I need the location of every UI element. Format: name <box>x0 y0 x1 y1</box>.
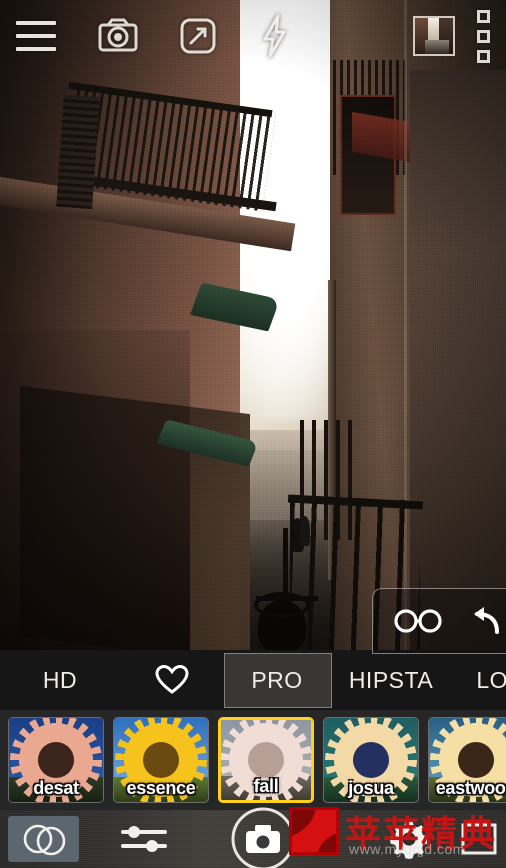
top-toolbar <box>0 0 506 72</box>
filter-category-tabs: HD PRO HIPSTA LOM <box>0 650 506 710</box>
hamburger-bar-1 <box>16 21 56 25</box>
filter-thumb-essence[interactable]: essence <box>113 717 209 803</box>
overlapping-circles-blend-icon[interactable] <box>8 816 80 862</box>
menu-square-1 <box>477 9 490 23</box>
filter-label: essence <box>126 778 196 798</box>
tab-hd[interactable]: HD <box>0 650 120 710</box>
thumb-core <box>248 742 284 778</box>
compare-glasses-icon[interactable] <box>391 601 445 641</box>
heart-icon <box>155 665 189 695</box>
filter-thumbnail-strip[interactable]: desat essence fall josua eastwoo <box>0 710 506 810</box>
tab-lomo[interactable]: LOM <box>452 650 506 710</box>
camera-shutter-icon[interactable] <box>223 807 304 868</box>
hamburger-bar-3 <box>16 47 56 51</box>
filter-label: desat <box>33 778 79 798</box>
filter-label: fall <box>253 776 279 796</box>
undo-arrow-icon[interactable] <box>467 601 506 641</box>
sliders-adjust-icon[interactable] <box>109 816 180 862</box>
three-squares-menu-icon[interactable] <box>477 9 490 63</box>
tab-pro-label: PRO <box>251 666 303 693</box>
filter-thumb-eastwood[interactable]: eastwood <box>428 717 506 803</box>
bottom-toolbar <box>0 807 506 868</box>
thumb-core <box>458 742 494 778</box>
gear-settings-icon[interactable] <box>382 816 436 862</box>
filter-thumb-fall[interactable]: fall <box>218 717 314 803</box>
thumb-core <box>143 742 179 778</box>
camera-preview-photo[interactable] <box>0 0 506 650</box>
last-photo-thumbnail[interactable] <box>413 16 455 56</box>
camera-app-screen: HD PRO HIPSTA LOM desat <box>0 0 506 868</box>
photo-vignette <box>0 0 506 650</box>
menu-square-2 <box>477 29 490 43</box>
filter-label: eastwood <box>435 778 506 798</box>
filter-thumb-josua[interactable]: josua <box>323 717 419 803</box>
filter-thumb-desat[interactable]: desat <box>8 717 104 803</box>
thumbnail-floor <box>425 40 449 54</box>
camera-lens-icon[interactable] <box>94 16 140 56</box>
tab-hipsta-label: HIPSTA <box>348 666 434 693</box>
filter-label: josua <box>348 778 394 798</box>
hamburger-bar-2 <box>16 34 56 38</box>
tab-pro[interactable]: PRO <box>224 650 332 710</box>
flash-bolt-icon[interactable] <box>258 13 292 59</box>
thumb-core <box>353 742 389 778</box>
tab-hipsta[interactable]: HIPSTA <box>330 650 452 710</box>
hamburger-menu-icon[interactable] <box>16 21 56 51</box>
thumb-core <box>38 742 74 778</box>
bottombar-controls <box>0 807 506 868</box>
menu-square-3 <box>477 49 490 63</box>
preview-tools-panel <box>372 588 506 654</box>
frame-square-icon[interactable] <box>452 816 506 862</box>
tab-favorites[interactable] <box>120 650 224 710</box>
tab-lomo-label: LOM <box>476 666 506 693</box>
tab-hd-label: HD <box>42 666 78 693</box>
expand-arrow-square-icon[interactable] <box>176 14 220 58</box>
